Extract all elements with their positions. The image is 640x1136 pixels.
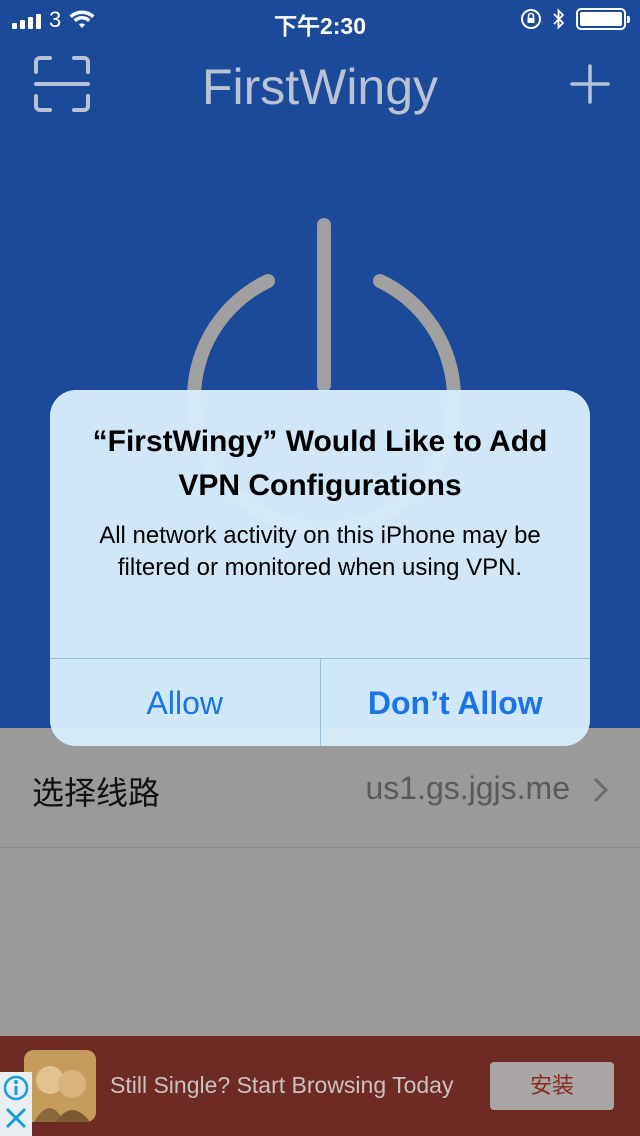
alert-title: “FirstWingy” Would Like to Add VPN Confi… xyxy=(92,425,548,502)
alert-message: All network activity on this iPhone may … xyxy=(99,522,541,581)
vpn-permission-alert: “FirstWingy” Would Like to Add VPN Confi… xyxy=(50,390,590,746)
dont-allow-button[interactable]: Don’t Allow xyxy=(319,659,591,746)
allow-button[interactable]: Allow xyxy=(50,659,320,746)
alert-actions: Allow Don’t Allow xyxy=(50,658,590,746)
